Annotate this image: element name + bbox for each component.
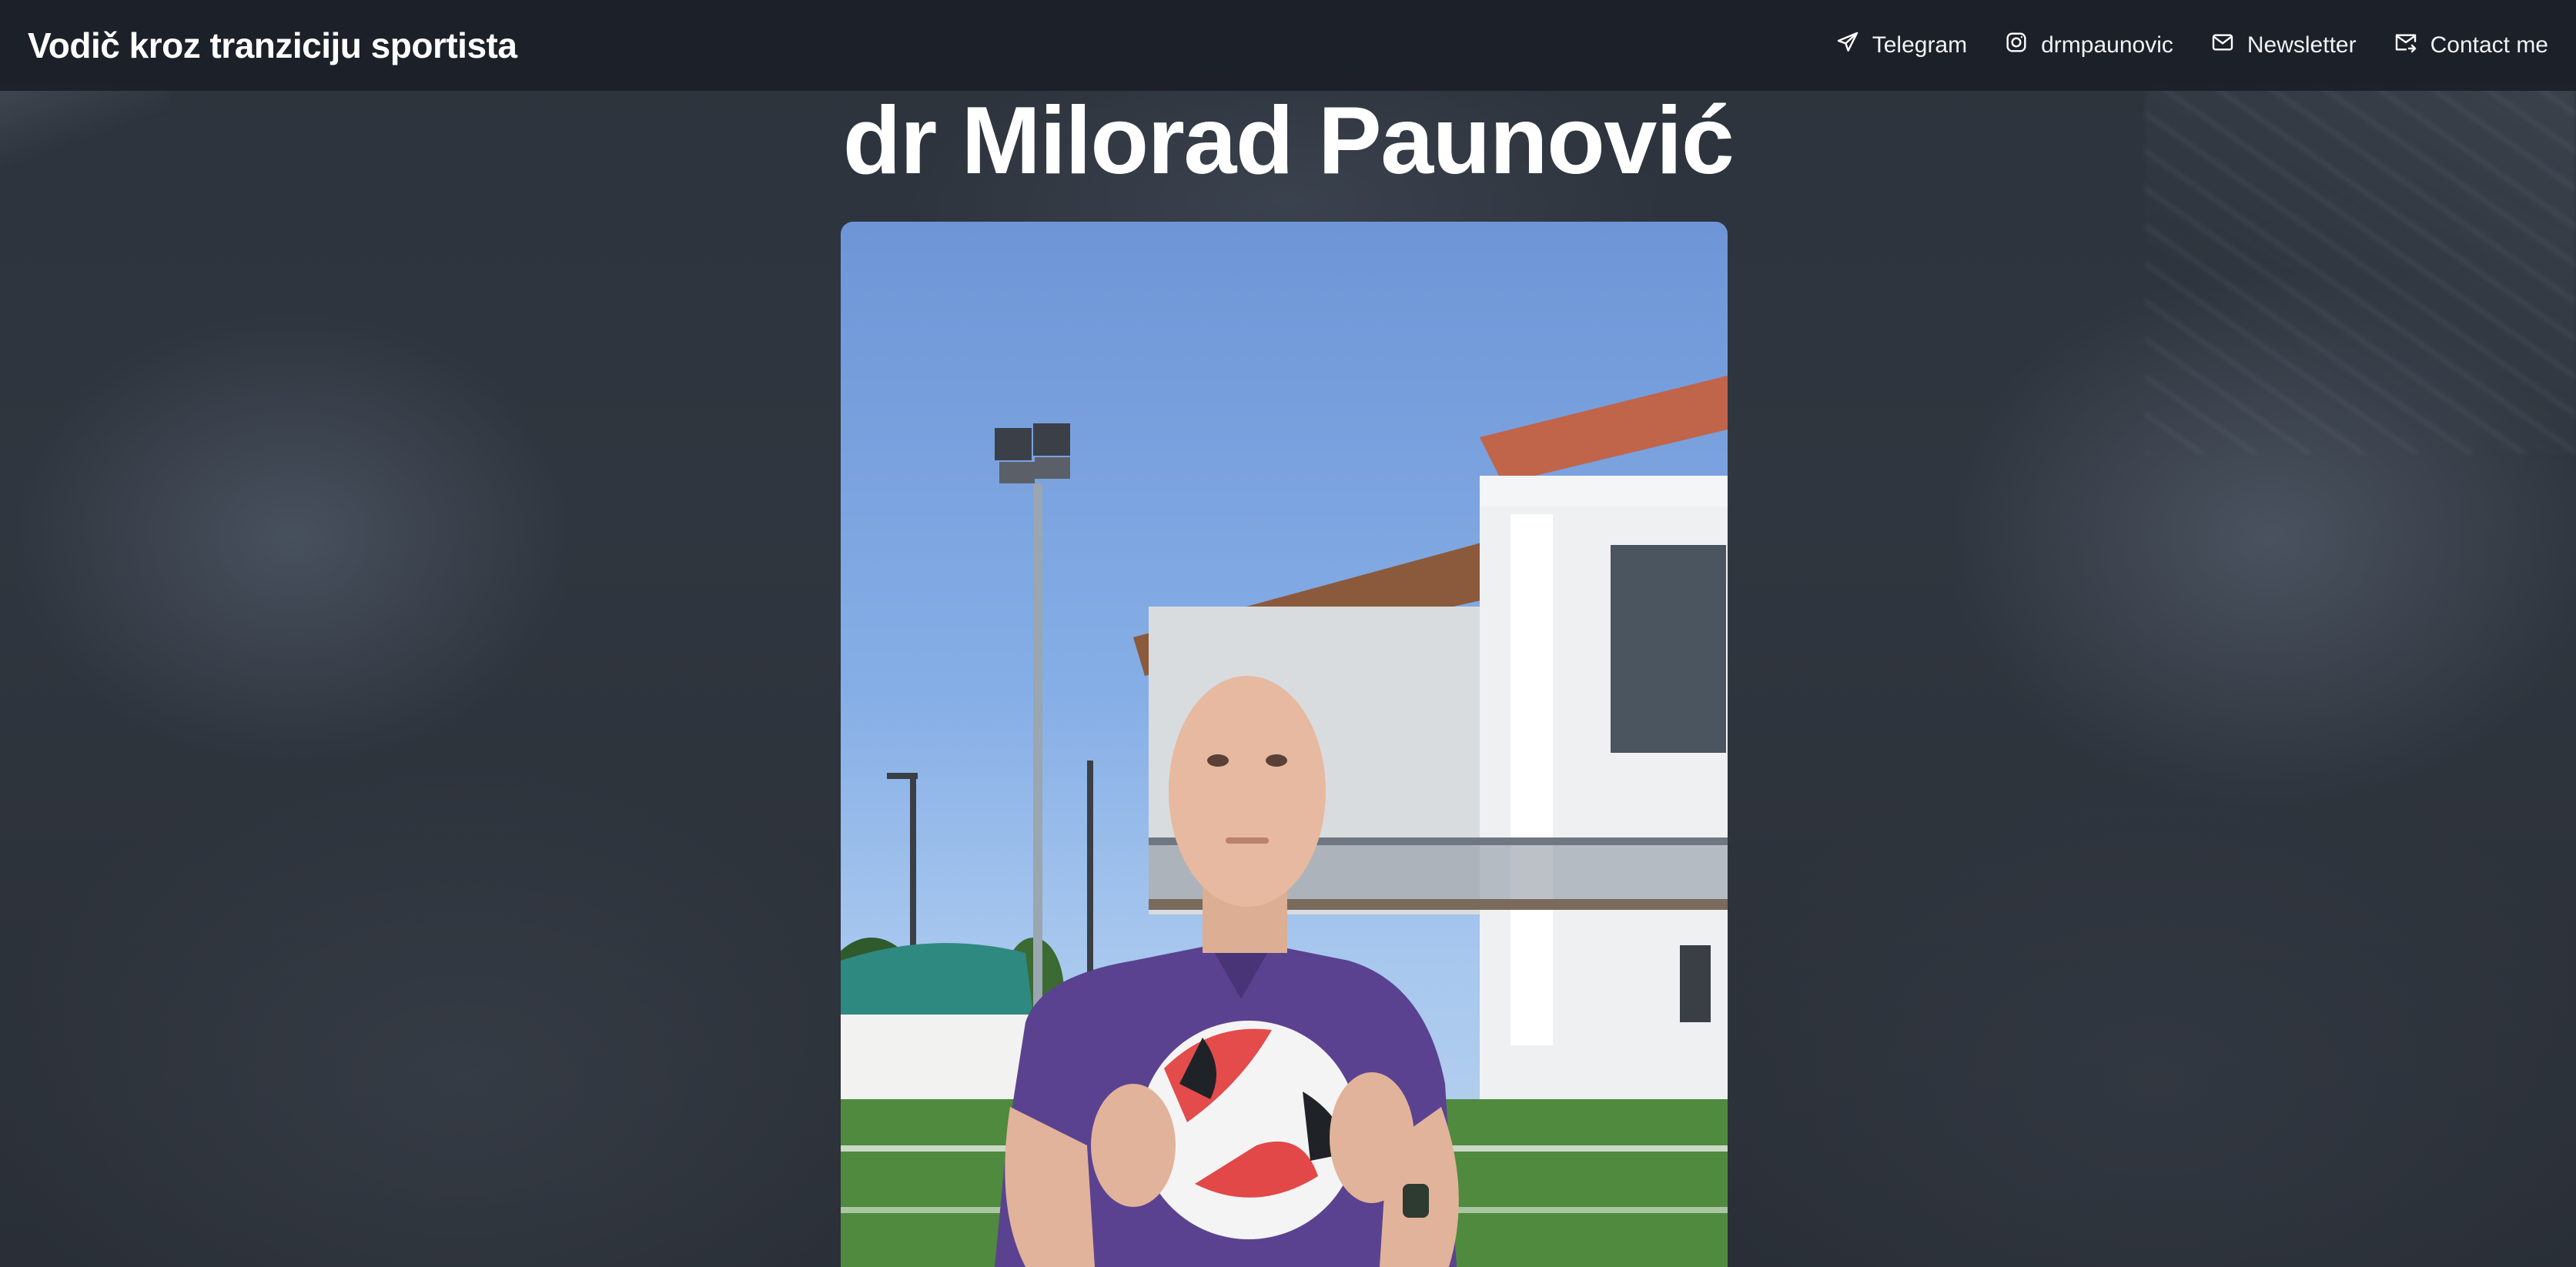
nav-contact-link[interactable]: Contact me: [2394, 30, 2548, 61]
nav-telegram-label: Telegram: [1872, 32, 1968, 58]
nav-contact-label: Contact me: [2430, 32, 2548, 58]
nav-newsletter-label: Newsletter: [2246, 32, 2357, 58]
top-navigation-bar: Vodič kroz tranziciju sportista Telegram…: [0, 0, 2576, 91]
contact-mail-icon: [2394, 30, 2418, 61]
nav-instagram-label: drmpaunovic: [2041, 32, 2173, 58]
nav-telegram-link[interactable]: Telegram: [1835, 30, 1967, 61]
nav-instagram-link[interactable]: drmpaunovic: [2004, 30, 2173, 61]
nav-newsletter-link[interactable]: Newsletter: [2210, 30, 2357, 61]
telegram-send-icon: [1835, 30, 1860, 61]
site-title[interactable]: Vodič kroz tranziciju sportista: [28, 25, 517, 66]
mail-icon: [2210, 30, 2235, 61]
instagram-icon: [2004, 30, 2029, 61]
nav-links: Telegram drmpaunovic Newsletter Contact …: [1835, 30, 2548, 61]
profile-photo: [841, 222, 1728, 1267]
profile-photo-illustration: [841, 376, 1728, 1267]
page-title: dr Milorad Paunović: [842, 88, 1735, 194]
